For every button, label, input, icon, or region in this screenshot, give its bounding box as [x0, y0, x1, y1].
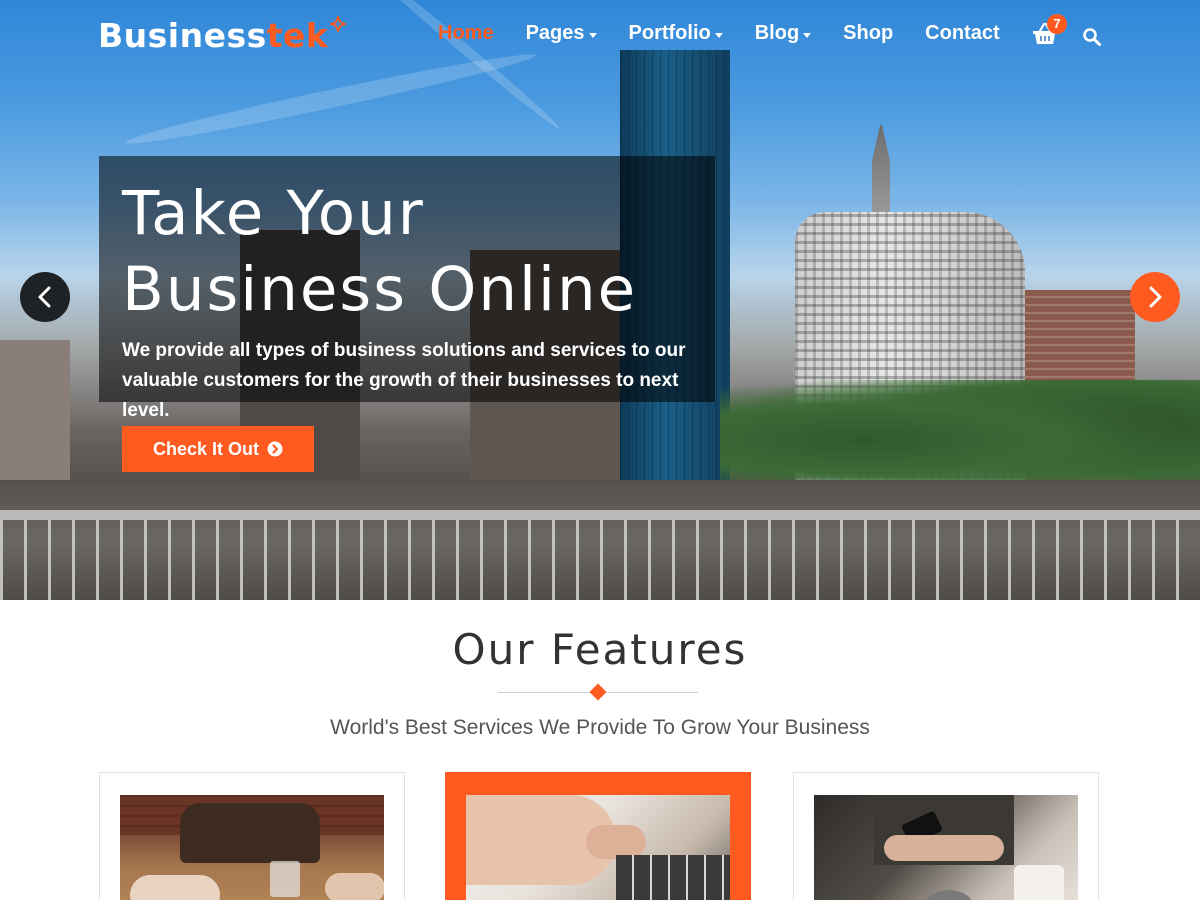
nav-item-label: Blog [754, 22, 800, 44]
cart-count-badge: 7 [1047, 14, 1067, 34]
nav-item-contact[interactable]: Contact [925, 22, 999, 45]
nav-item-label: Shop [843, 22, 894, 44]
fence [0, 510, 1200, 600]
feature-card[interactable] [99, 772, 405, 900]
nav-item-label: Home [438, 22, 494, 44]
hero-description-line: valuable customers for the growth of the… [122, 370, 679, 421]
hero-description: We provide all types of business solutio… [122, 336, 722, 426]
site-header: Business tek Home Pages Portfolio Blog S… [0, 0, 1200, 72]
logo-text-primary: Business [98, 16, 267, 55]
feature-card-image [466, 795, 730, 900]
feature-card-image [120, 795, 384, 900]
slider-prev-button[interactable] [20, 272, 70, 322]
site-logo[interactable]: Business tek [98, 16, 347, 56]
nav-item-shop[interactable]: Shop [843, 22, 893, 45]
feature-card-image [814, 795, 1078, 900]
search-icon[interactable] [1082, 27, 1102, 47]
logo-cross-icon [330, 16, 347, 32]
cta-label: Check It Out [152, 438, 259, 459]
chevron-right-icon [1149, 286, 1162, 308]
features-subtitle: World's Best Services We Provide To Grow… [330, 716, 870, 739]
divider-diamond-icon [589, 683, 607, 701]
main-nav: Home Pages Portfolio Blog Shop Contact [438, 22, 1032, 45]
check-it-out-button[interactable]: Check It Out [122, 426, 314, 472]
nav-item-label: Portfolio [628, 22, 711, 44]
hero-title: Take Your Business Online [122, 176, 742, 328]
feature-card[interactable] [793, 772, 1099, 900]
nav-item-label: Pages [525, 22, 585, 44]
nav-item-pages[interactable]: Pages [526, 22, 597, 45]
caret-down-icon [803, 32, 812, 38]
caret-down-icon [714, 32, 723, 38]
logo-text-accent: tek [266, 16, 329, 55]
nav-item-portfolio[interactable]: Portfolio [629, 22, 723, 45]
fence-rail [0, 510, 1200, 520]
building-spire [872, 125, 890, 215]
chevron-circle-right-icon [267, 441, 283, 457]
nav-item-label: Contact [925, 22, 1000, 44]
caret-down-icon [588, 32, 597, 38]
chevron-left-icon [38, 286, 51, 308]
hero-title-line: Business Online [122, 254, 638, 325]
features-heading: Our Features [452, 625, 748, 674]
nav-item-blog[interactable]: Blog [754, 22, 812, 45]
hero-title-line: Take Your [122, 178, 425, 249]
nav-item-home[interactable]: Home [438, 22, 494, 45]
slider-next-button[interactable] [1130, 272, 1180, 322]
feature-card-highlighted[interactable] [445, 772, 751, 900]
hero-description-line: We provide all types of business solutio… [122, 340, 686, 361]
